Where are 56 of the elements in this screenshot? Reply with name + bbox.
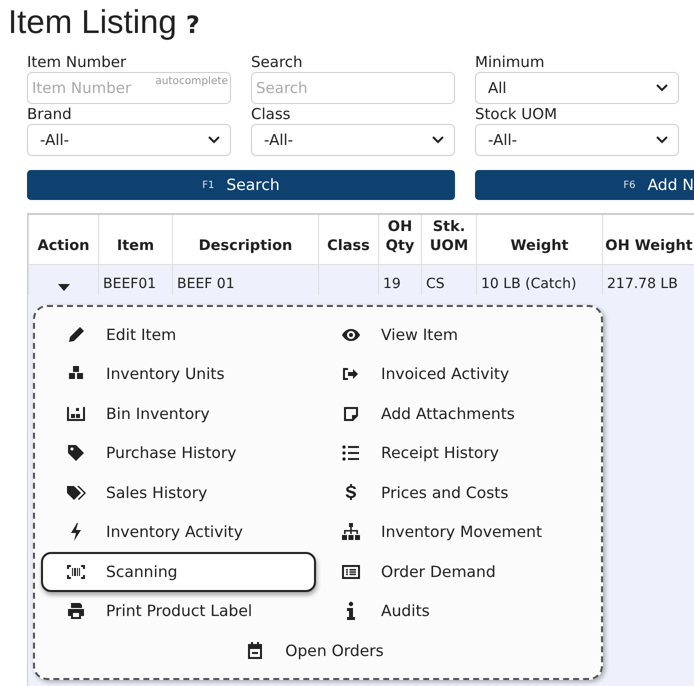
dropdown[interactable]: -All- [27,124,231,156]
menu-item[interactable]: Open Orders [220,631,386,670]
menu-item[interactable]: Bin Inventory [41,394,316,434]
field-label: Minimum [475,52,546,72]
menu-item[interactable]: Invoiced Activity [316,354,591,394]
column-header: Stk. UOM [422,214,476,264]
dropdown[interactable]: -All- [251,124,455,156]
column-header: Weight [476,214,602,264]
menu-item[interactable]: View Item [316,315,591,354]
tag-icon [65,443,87,464]
menu-item[interactable]: Edit Item [41,315,316,354]
menu-item[interactable]: Prices and Costs [316,473,591,512]
dropdown[interactable]: All [475,72,679,104]
field-label: Search [251,52,304,72]
menu-item[interactable]: Order Demand [316,552,591,592]
menu-item[interactable]: Purchase History [41,434,316,473]
chevron-down-icon [208,136,220,144]
dropdown[interactable]: -All- [475,124,679,156]
field-label: Class [251,104,292,124]
page-title: Item Listing [8,3,177,40]
autocomplete-hint: autocomplete [155,75,228,87]
table-cell-text: BEEF01 [103,274,158,294]
menu-item[interactable]: Inventory Activity [41,512,316,552]
printer-icon [65,601,87,622]
menu-item[interactable]: Scanning [41,552,316,592]
help-icon[interactable]: ? [186,11,200,39]
column-header: Class [318,214,378,264]
column-header: Item [98,214,172,264]
caret-icon[interactable] [58,284,70,290]
table-cell-text: CS [426,274,446,294]
field-label: Brand [27,104,73,124]
column-header: Description [172,214,318,264]
field-label: Stock UOM [475,104,558,124]
field-label: Item Number [27,52,128,72]
action-button[interactable]: F1 Search [27,170,455,200]
list-icon [340,443,362,464]
menu-item[interactable]: Receipt History [316,434,591,473]
hierarchy-icon [340,522,362,542]
chevron-down-icon [656,84,668,92]
chevron-down-icon [656,136,668,144]
menu-item[interactable]: Add Attachments [316,394,591,434]
menu-item[interactable]: Audits [316,592,591,631]
table-cell-text: BEEF 01 [177,274,236,294]
column-header: Action [28,214,98,264]
menu-item[interactable]: Print Product Label [41,592,316,631]
menu-item[interactable]: Sales History [41,473,316,512]
table-cell-text: 19 [383,274,402,294]
text-field[interactable]: Search [251,72,455,104]
table-cell-text: 217.78 LB [607,274,679,294]
chevron-down-icon [432,136,444,144]
menu-item[interactable]: Inventory Units [41,354,316,394]
table-cell-text: 10 LB (Catch) [481,274,578,294]
column-header: OH Weight [602,214,694,264]
action-button[interactable]: F6 Add N [475,170,694,200]
menu-item[interactable]: Inventory Movement [316,512,591,552]
column-header: OH Qty [378,214,422,264]
